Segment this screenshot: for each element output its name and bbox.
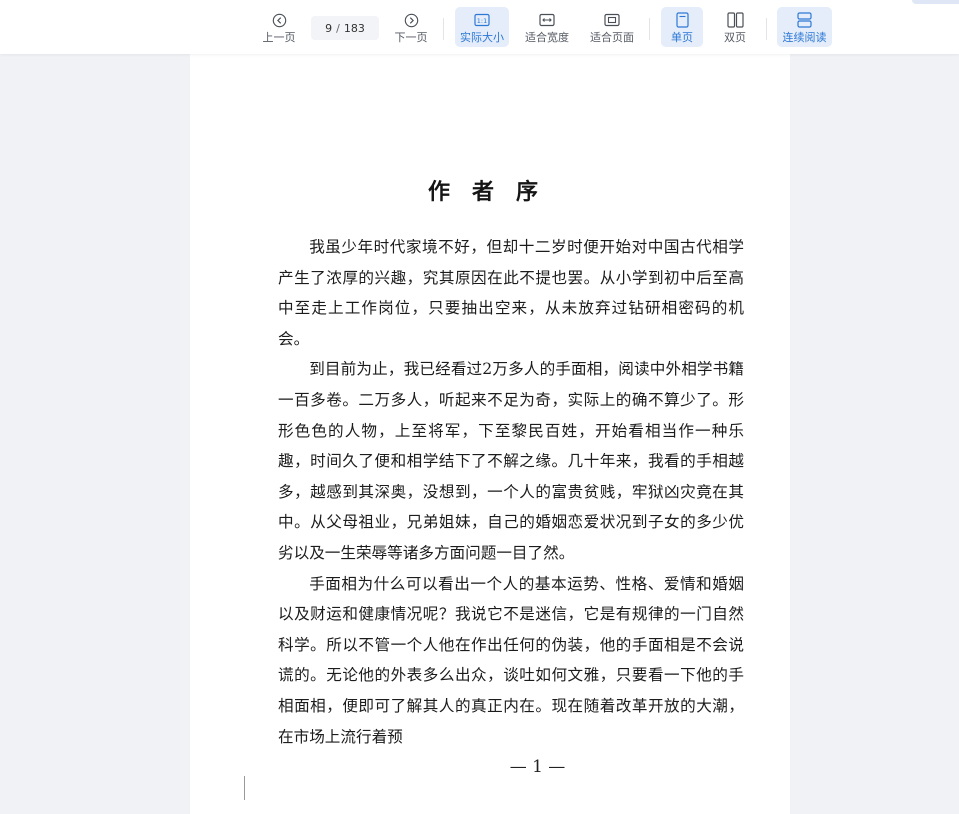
actual-size-label: 实际大小 [460,31,504,44]
svg-text:1:1: 1:1 [477,17,487,25]
actual-size-button[interactable]: 1:1 实际大小 [455,7,509,47]
next-page-button[interactable]: 下一页 [391,7,431,47]
continuous-reading-label: 连续阅读 [782,31,827,44]
actual-size-icon: 1:1 [472,10,492,30]
arrow-left-circle-icon [269,10,289,30]
total-pages: 183 [343,21,365,35]
fit-width-icon [537,10,557,30]
continuous-reading-icon [795,10,815,30]
toolbar-divider [766,18,767,40]
fit-page-button[interactable]: 适合页面 [586,7,638,47]
single-page-icon [672,10,692,30]
fit-page-icon [602,10,622,30]
sidebar-toggle-tab[interactable] [912,0,959,4]
paragraph: 手面相为什么可以看出一个人的基本运势、性格、爱情和婚姻以及财运和健康情况呢？我说… [278,574,744,746]
toolbar-divider [649,18,650,40]
paragraph: 我虽少年时代家境不好，但却十二岁时便开始对中国古代相学产生了浓厚的兴趣，究其原因… [278,238,744,348]
next-page-label: 下一页 [394,31,428,44]
toolbar: 上一页 9 / 183 下一页 1:1 实际大小 适合宽度 适合页面 单页 双页… [0,0,959,54]
toolbar-divider [443,18,444,40]
double-page-button[interactable]: 双页 [714,7,756,47]
single-page-button[interactable]: 单页 [661,7,703,47]
double-page-label: 双页 [724,31,746,44]
prev-page-label: 上一页 [262,31,296,44]
document-page: 作者序 我虽少年时代家境不好，但却十二岁时便开始对中国古代相学产生了浓厚的兴趣，… [190,54,790,814]
paragraph: 到目前为止，我已经看过2万多人的手面相，阅读中外相学书籍一百多卷。二万多人，听起… [278,360,744,562]
arrow-right-circle-icon [401,10,421,30]
page-title: 作者序 [427,179,560,205]
fit-width-button[interactable]: 适合宽度 [521,7,573,47]
double-page-icon [725,10,745,30]
fit-width-label: 适合宽度 [525,31,569,44]
page-body: 我虽少年时代家境不好，但却十二岁时便开始对中国古代相学产生了浓厚的兴趣，究其原因… [278,232,744,752]
page-separator: / [336,21,340,35]
page-number: — 1 — [509,757,566,777]
scan-mark [244,776,245,800]
current-page-number[interactable]: 9 [325,22,332,35]
prev-page-button[interactable]: 上一页 [259,7,299,47]
single-page-label: 单页 [671,31,693,44]
continuous-reading-button[interactable]: 连续阅读 [777,7,832,47]
fit-page-label: 适合页面 [590,31,634,44]
page-indicator[interactable]: 9 / 183 [311,16,379,40]
